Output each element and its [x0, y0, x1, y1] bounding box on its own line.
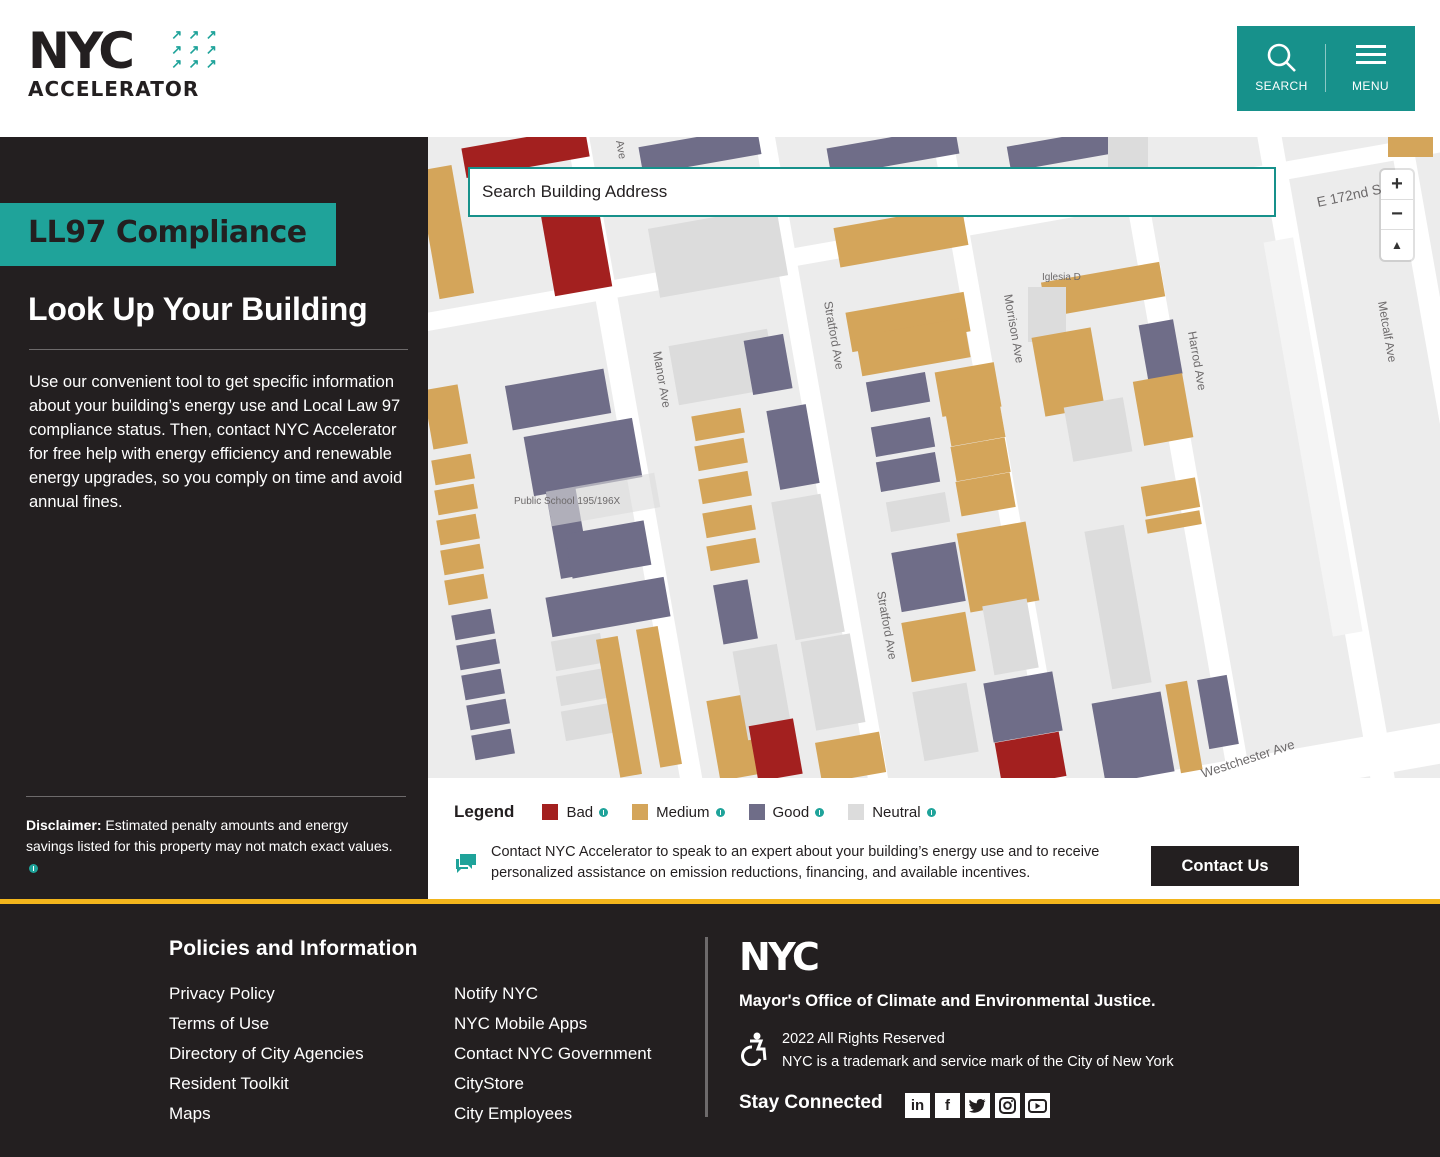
sidebar-divider-bottom: [26, 796, 406, 797]
legend-item-bad: Bad: [542, 803, 609, 821]
legend-item-good: Good: [748, 803, 825, 821]
social-links: in f: [905, 1093, 1050, 1118]
building-map[interactable]: E 172nd S Manor Ave Stratford Ave Stratf…: [428, 137, 1440, 778]
legend-swatch-medium: [632, 804, 649, 820]
legend-item-medium: Medium: [632, 803, 725, 821]
hamburger-icon: [1355, 45, 1386, 64]
map-zoom-controls: + − ▲: [1381, 170, 1413, 260]
facebook-icon[interactable]: f: [935, 1093, 960, 1118]
footer-links-col2: Notify NYC NYC Mobile Apps Contact NYC G…: [454, 979, 651, 1129]
search-button[interactable]: SEARCH: [1237, 26, 1326, 111]
header-actions: SEARCH MENU: [1237, 26, 1415, 111]
linkedin-icon[interactable]: in: [905, 1093, 930, 1118]
info-icon[interactable]: [29, 863, 38, 873]
legend-title: Legend: [454, 802, 515, 821]
info-icon[interactable]: [715, 807, 725, 817]
compliance-badge-label: LL97 Compliance: [28, 215, 307, 250]
legend-swatch-bad: [542, 804, 559, 820]
trademark-notice: NYC is a trademark and service mark of t…: [782, 1054, 1174, 1070]
footer-heading: Policies and Information: [169, 937, 418, 960]
stay-connected-label: Stay Connected: [739, 1092, 883, 1113]
logo-nyc-text: NYC: [28, 22, 135, 80]
contact-text: Contact NYC Accelerator to speak to an e…: [491, 844, 1100, 881]
footer-links-col1: Privacy Policy Terms of Use Directory of…: [169, 979, 364, 1129]
legend-panel: Legend Bad Medium Good Neutral Contact N…: [428, 778, 1440, 899]
disclaimer: Disclaimer: Estimated penalty amounts an…: [26, 815, 396, 878]
lookup-sidebar: LL97 Compliance Look Up Your Building Us…: [0, 137, 428, 899]
legend-label-neutral: Neutral: [872, 803, 921, 821]
chat-icon: [456, 854, 476, 873]
legend-swatch-neutral: [848, 804, 865, 820]
footer-link[interactable]: Contact NYC Government: [454, 1039, 651, 1069]
legend-swatch-good: [748, 804, 765, 820]
zoom-out-button[interactable]: −: [1381, 200, 1413, 230]
legend-item-neutral: Neutral: [848, 803, 936, 821]
zoom-in-button[interactable]: +: [1381, 170, 1413, 200]
legend-label-bad: Bad: [566, 803, 594, 821]
reset-north-button[interactable]: ▲: [1381, 230, 1413, 260]
footer-link[interactable]: Maps: [169, 1099, 364, 1129]
address-search-input[interactable]: [482, 182, 1262, 202]
nyc-accelerator-logo[interactable]: NYC ↗ ↗ ↗ ↗ ↗ ↗ ↗ ↗ ↗ ACCELERATOR: [28, 26, 220, 100]
logo-arrows-icon: ↗ ↗ ↗ ↗ ↗ ↗ ↗ ↗ ↗: [171, 27, 217, 72]
contact-us-button[interactable]: Contact Us: [1151, 846, 1299, 886]
footer-link[interactable]: Notify NYC: [454, 979, 651, 1009]
info-icon[interactable]: [599, 807, 609, 817]
intro-text: Use our convenient tool to get specific …: [29, 373, 403, 511]
logo-accelerator-text: ACCELERATOR: [28, 77, 200, 101]
disclaimer-label: Disclaimer:: [26, 817, 102, 833]
compliance-badge: LL97 Compliance: [0, 203, 336, 266]
street-label-iglesia: Iglesia D: [1042, 272, 1081, 283]
footer-link[interactable]: Directory of City Agencies: [169, 1039, 364, 1069]
menu-button-label: MENU: [1352, 79, 1389, 93]
mayors-office-label: Mayor's Office of Climate and Environmen…: [739, 992, 1156, 1010]
twitter-icon[interactable]: [965, 1093, 990, 1118]
map-legend: Legend Bad Medium Good Neutral: [454, 802, 960, 822]
legend-label-good: Good: [772, 803, 810, 821]
accessibility-icon[interactable]: [739, 1032, 769, 1066]
map-canvas[interactable]: E 172nd S Manor Ave Stratford Ave Stratf…: [428, 137, 1440, 778]
search-button-label: SEARCH: [1255, 79, 1308, 93]
rights-reserved: 2022 All Rights Reserved: [782, 1031, 945, 1047]
info-icon[interactable]: [815, 807, 825, 817]
footer-link[interactable]: Resident Toolkit: [169, 1069, 364, 1099]
youtube-icon[interactable]: [1025, 1093, 1050, 1118]
contact-callout: Contact NYC Accelerator to speak to an e…: [454, 840, 1414, 890]
site-footer: Policies and Information Privacy Policy …: [0, 899, 1440, 1157]
info-icon[interactable]: [926, 807, 936, 817]
footer-link[interactable]: CityStore: [454, 1069, 651, 1099]
sidebar-divider: [29, 349, 408, 350]
footer-divider: [705, 937, 708, 1117]
footer-nyc-logo[interactable]: NYC: [739, 937, 820, 977]
poi-label-school: Public School 195/196X: [514, 496, 621, 507]
footer-link[interactable]: NYC Mobile Apps: [454, 1009, 651, 1039]
footer-rights: 2022 All Rights Reserved NYC is a tradem…: [782, 1028, 1174, 1074]
instagram-icon[interactable]: [995, 1093, 1020, 1118]
page-title: Look Up Your Building: [28, 291, 368, 327]
menu-button[interactable]: MENU: [1326, 26, 1415, 111]
address-search[interactable]: [468, 167, 1276, 217]
site-header: NYC ↗ ↗ ↗ ↗ ↗ ↗ ↗ ↗ ↗ ACCELERATOR SEARCH MENU: [0, 0, 1440, 137]
legend-label-medium: Medium: [656, 803, 710, 821]
footer-link[interactable]: Terms of Use: [169, 1009, 364, 1039]
footer-link[interactable]: Privacy Policy: [169, 979, 364, 1009]
footer-link[interactable]: City Employees: [454, 1099, 651, 1129]
search-icon: [1267, 43, 1296, 72]
